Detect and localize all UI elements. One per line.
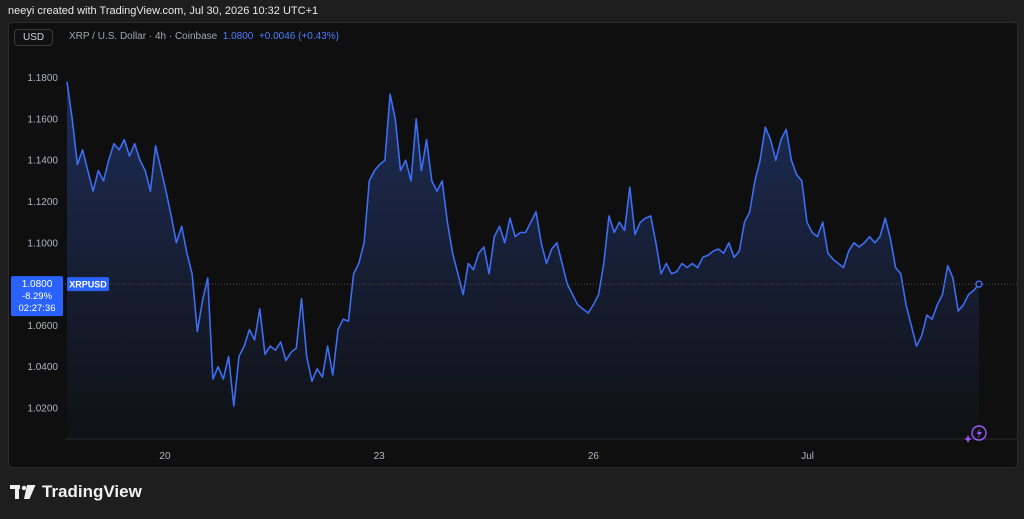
y-tick-label: 1.1200 (27, 197, 58, 208)
price-tag-countdown: 02:27:36 (19, 303, 56, 314)
legend-change: +0.0046 (+0.43%) (258, 31, 339, 42)
x-tick-label: 20 (159, 451, 171, 462)
symbol-label: XRPUSD (69, 280, 107, 290)
x-tick-label: Jul (801, 451, 814, 462)
chart-panel[interactable]: 1.0200 1.0400 1.0600 1.0800 1.1000 1.1200 1.14… (8, 22, 1018, 468)
chart-header-text: neeyi created with TradingView.com, Jul … (8, 5, 319, 17)
legend-price: 1.0800 (222, 31, 254, 42)
tradingview-logo[interactable]: TradingView (10, 482, 142, 502)
x-tick-label: 23 (374, 451, 386, 462)
y-tick-label: 1.1600 (27, 114, 58, 125)
x-tick-label: 26 (588, 451, 600, 462)
y-tick-label: 1.0200 (27, 404, 58, 415)
symbol-legend: XRP / U.S. Dollar · 4h · Coinbase 1.0800… (69, 31, 339, 42)
price-area-fill (67, 81, 979, 440)
price-chart[interactable]: 1.0200 1.0400 1.0600 1.0800 1.1000 1.1200 1.14… (9, 23, 1017, 467)
price-tag-value: 1.0800 (22, 279, 53, 290)
symbol-description: XRP / U.S. Dollar · 4h · Coinbase (69, 31, 218, 42)
tradingview-brand-text: TradingView (42, 482, 142, 501)
price-tag-change: -8.29% (22, 291, 53, 302)
tradingview-logo-icon (10, 485, 36, 499)
currency-button[interactable]: USD (14, 29, 54, 46)
y-tick-label: 1.0400 (27, 362, 58, 373)
y-tick-label: 1.1000 (27, 238, 58, 249)
y-tick-label: 1.0600 (27, 321, 58, 332)
y-tick-label: 1.1400 (27, 156, 58, 167)
y-tick-label: 1.1800 (27, 73, 58, 84)
last-price-marker (975, 280, 983, 288)
